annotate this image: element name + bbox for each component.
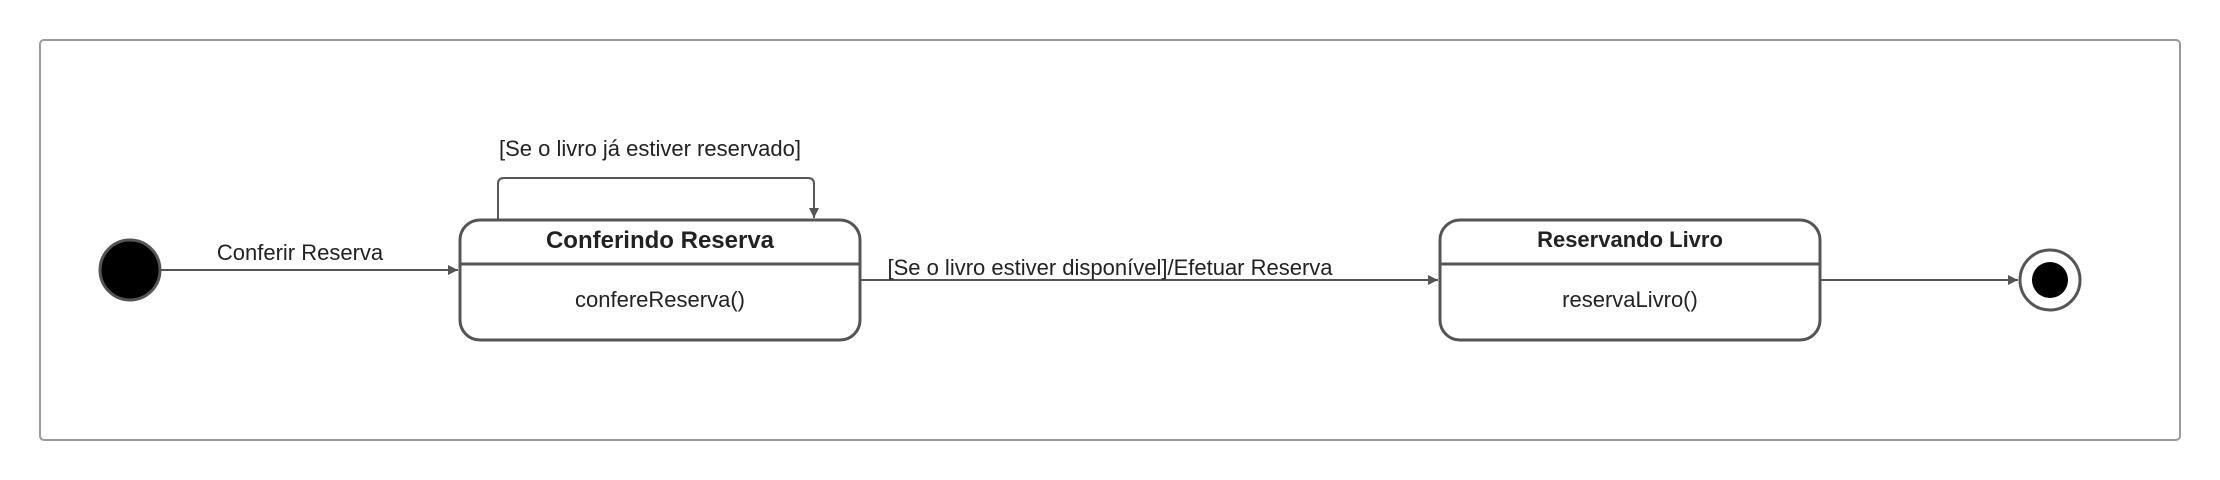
transition-label-disponivel: [Se o livro estiver disponível]/Efetuar …: [887, 255, 1333, 280]
state-conferindo-reserva[interactable]: Conferindo Reserva confereReserva(): [458, 218, 862, 342]
initial-node[interactable]: [98, 238, 162, 302]
state-title: Reservando Livro: [1537, 227, 1723, 252]
state-reservando-livro[interactable]: Reservando Livro reservaLivro(): [1438, 218, 1822, 342]
state-action: reservaLivro(): [1562, 287, 1698, 312]
final-node[interactable]: [2018, 248, 2082, 312]
transition-label-self-loop: [Se o livro já estiver reservado]: [499, 136, 801, 161]
transition-label-conferir-reserva: Conferir Reserva: [217, 240, 384, 265]
state-action: confereReserva(): [575, 287, 745, 312]
state-title: Conferindo Reserva: [546, 227, 775, 254]
state-diagram: Conferir Reserva Conferindo Reserva conf…: [39, 39, 2181, 441]
